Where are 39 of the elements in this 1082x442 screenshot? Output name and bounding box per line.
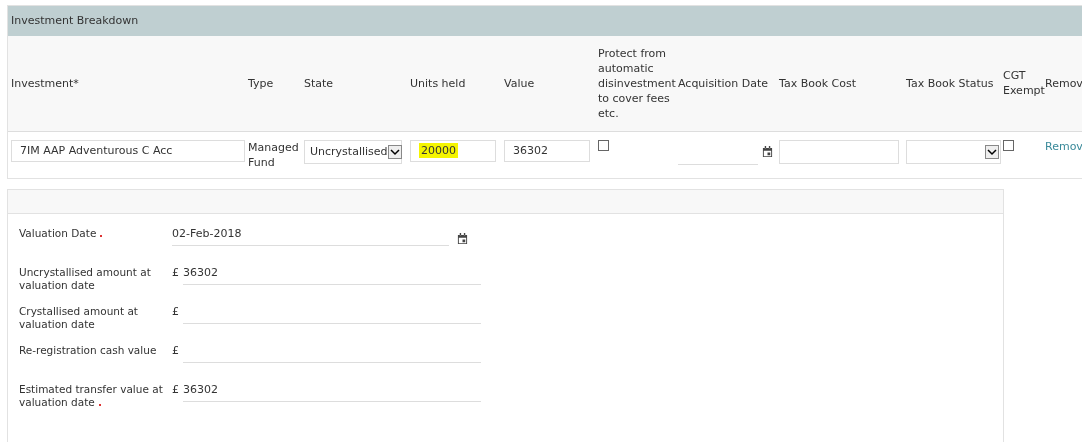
valuation-date-field[interactable]: 02-Feb-2018 bbox=[172, 226, 449, 246]
section-title: Investment Breakdown bbox=[8, 6, 1082, 36]
amount-field[interactable]: 36302 bbox=[183, 382, 481, 402]
type-text: Managed Fund bbox=[248, 139, 298, 170]
state-dropdown[interactable]: Uncrystallised bbox=[304, 139, 402, 164]
field-label: Re-registration cash value bbox=[19, 343, 157, 356]
calendar-icon[interactable] bbox=[457, 232, 468, 245]
units-held-value: 20000 bbox=[419, 143, 458, 158]
column-header: CGT Exempt bbox=[1003, 69, 1045, 98]
column-header: Value bbox=[504, 76, 535, 90]
field-label: Valuation Date bbox=[19, 226, 97, 239]
column-header: State bbox=[304, 76, 334, 90]
field-label: Estimated transfer value at valuation date bbox=[19, 382, 163, 408]
column-header: Investment* bbox=[11, 76, 79, 90]
column-header: Type bbox=[248, 76, 274, 90]
currency-symbol: £ bbox=[172, 382, 178, 398]
calendar-icon[interactable] bbox=[762, 145, 773, 158]
currency-symbol: £ bbox=[172, 343, 178, 359]
protect-checkbox[interactable] bbox=[598, 139, 609, 151]
currency-symbol: £ bbox=[172, 304, 178, 320]
column-header: Protect from automatic disinvestment to cover fees etc. bbox=[598, 46, 676, 120]
investment-field[interactable]: 7IM AAP Adventurous C Acc bbox=[11, 139, 245, 162]
tax-book-cost-field[interactable] bbox=[779, 139, 899, 164]
column-header: Tax Book Cost bbox=[779, 76, 856, 90]
currency-symbol: £ bbox=[172, 265, 178, 281]
value-field[interactable]: 36302 bbox=[504, 139, 590, 162]
column-header: Tax Book Status bbox=[906, 76, 994, 90]
cgt-exempt-checkbox[interactable] bbox=[1003, 139, 1014, 151]
chevron-down-icon bbox=[985, 144, 999, 159]
amount-field[interactable]: 36302 bbox=[183, 265, 481, 285]
tax-book-status-dropdown[interactable] bbox=[906, 139, 1001, 164]
chevron-down-icon bbox=[387, 144, 402, 159]
remove-link[interactable]: Remov bbox=[1045, 139, 1082, 153]
column-header: Units held bbox=[410, 76, 466, 90]
column-header: Acquisition Date bbox=[678, 76, 769, 90]
field-label: Uncrystallised amount at valuation date bbox=[19, 265, 151, 291]
column-header: Remov bbox=[1045, 76, 1082, 90]
field-label: Crystallised amount at valuation date bbox=[19, 304, 138, 330]
units-held-field[interactable]: 20000 bbox=[410, 139, 496, 162]
